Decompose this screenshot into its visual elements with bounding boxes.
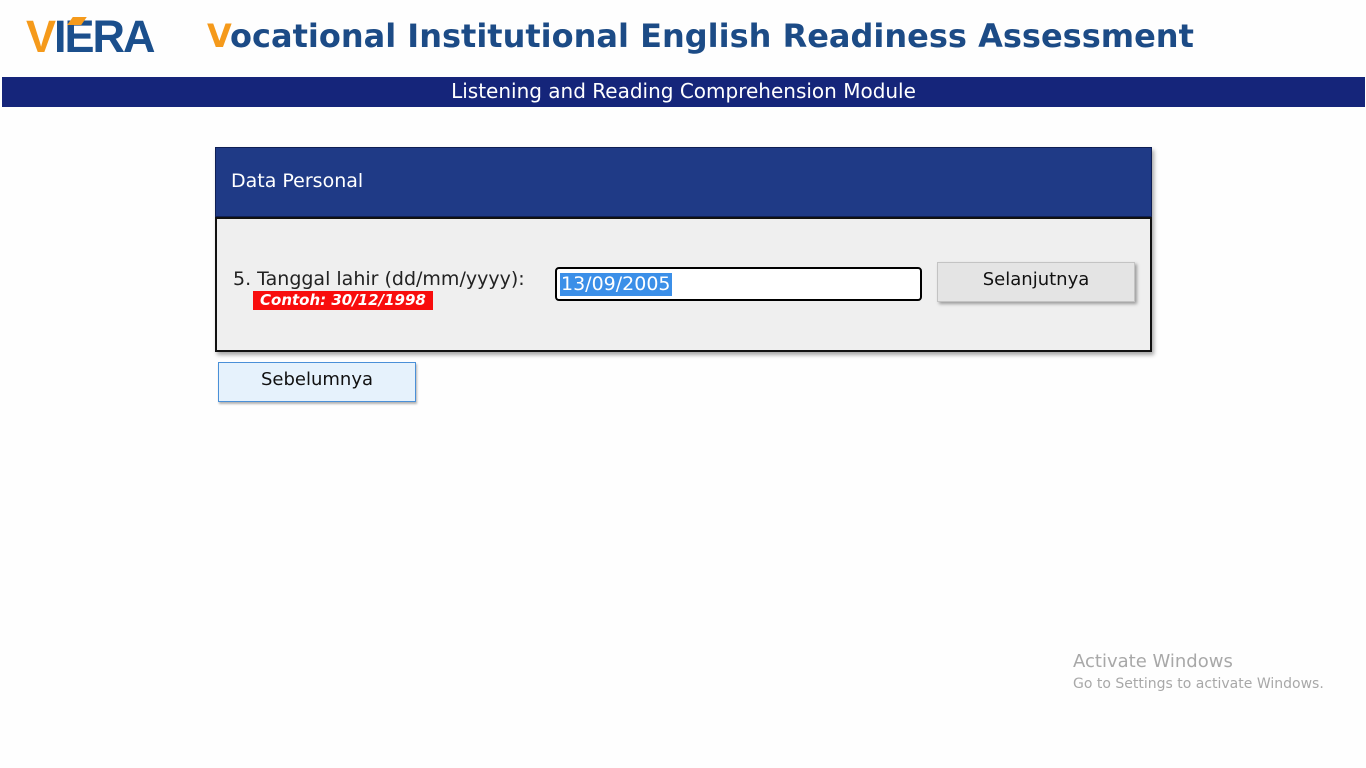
birthdate-input[interactable]: 13/09/2005 <box>555 267 922 301</box>
watermark-title: Activate Windows <box>1073 651 1233 672</box>
app-title-rest: ocational Institutional English Readines… <box>230 17 1194 55</box>
app-title: Vocational Institutional English Readine… <box>207 14 1194 58</box>
watermark-subtitle: Go to Settings to activate Windows. <box>1073 676 1324 692</box>
birthdate-input-value: 13/09/2005 <box>560 273 672 296</box>
panel-header: Data Personal <box>215 147 1152 217</box>
app-title-first-letter: V <box>207 17 231 55</box>
viera-logo: VIERA <box>26 11 156 62</box>
previous-button[interactable]: Sebelumnya <box>218 362 416 402</box>
app-window: VIERA Vocational Institutional English R… <box>0 0 1366 768</box>
logo-rest-text: IERA <box>54 11 156 62</box>
windows-activation-watermark: Activate Windows Go to Settings to activ… <box>1073 651 1324 694</box>
personal-data-panel: Data Personal 5. Tanggal lahir (dd/mm/yy… <box>215 147 1152 352</box>
module-banner: Listening and Reading Comprehension Modu… <box>2 77 1365 107</box>
next-button[interactable]: Selanjutnya <box>937 262 1135 302</box>
logo-first-letter: V <box>26 11 56 62</box>
panel-title: Data Personal <box>231 170 364 192</box>
panel-body: 5. Tanggal lahir (dd/mm/yyyy): Contoh: 3… <box>215 217 1152 352</box>
example-hint-badge: Contoh: 30/12/1998 <box>253 291 433 310</box>
birthdate-question-label: 5. Tanggal lahir (dd/mm/yyyy): <box>233 268 525 290</box>
